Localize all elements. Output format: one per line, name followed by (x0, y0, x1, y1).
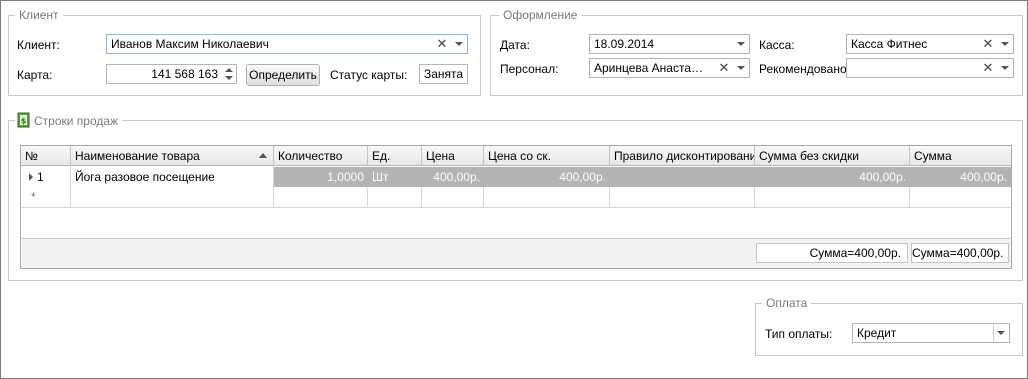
table-row[interactable]: 1 Йога разовое посещение 1,0000 Шт 400,0… (21, 167, 1011, 187)
chevron-down-icon[interactable] (455, 42, 463, 46)
clear-icon[interactable]: ✕ (435, 35, 449, 53)
payment-group-legend: Оплата (762, 296, 812, 310)
discount-price-cell[interactable]: 400,00р. (484, 167, 610, 187)
column-header-name-label: Наименование товара (75, 149, 200, 163)
date-value: 18.09.2014 (594, 37, 655, 51)
money-document-icon: $ (17, 112, 30, 128)
grid-line (483, 187, 484, 208)
staff-value: Аринцева Анастасия ... (594, 61, 709, 75)
staff-label: Персонал: (500, 62, 559, 76)
column-header-name[interactable]: Наименование товара (71, 146, 274, 166)
column-header-unit[interactable]: Ед. (368, 146, 422, 166)
svg-text:$: $ (21, 117, 27, 126)
payment-type-select[interactable]: Кредит (852, 323, 1010, 343)
date-label: Дата: (500, 38, 530, 52)
column-header-discount-price[interactable]: Цена со ск. (484, 146, 610, 166)
discount-rule-cell[interactable] (610, 167, 755, 187)
column-header-price[interactable]: Цена (422, 146, 484, 166)
column-header-quantity[interactable]: Количество (274, 146, 368, 166)
column-header-sum-no-discount[interactable]: Сумма без скидки (755, 146, 910, 166)
client-group-legend: Клиент (15, 8, 63, 22)
payment-type-label: Тип оплаты: (765, 327, 833, 341)
chevron-down-icon[interactable] (1001, 42, 1009, 46)
grid-line (367, 187, 368, 208)
card-status-label: Статус карты: (330, 68, 408, 82)
cashbox-label: Касса: (759, 38, 795, 52)
row-number-cell: 1 (21, 167, 71, 187)
clear-icon[interactable]: ✕ (981, 35, 995, 53)
new-row-marker: * (31, 190, 36, 204)
sales-lines-table[interactable]: № Наименование товара Количество Ед. Цен… (20, 145, 1012, 269)
clear-icon[interactable]: ✕ (717, 59, 731, 77)
price-cell[interactable]: 400,00р. (422, 167, 484, 187)
card-label: Карта: (17, 68, 53, 82)
card-status-value: Занята (424, 67, 464, 81)
chevron-down-icon[interactable] (737, 42, 745, 46)
recommended-combobox[interactable]: ✕ (846, 58, 1014, 78)
sales-lines-legend-text: Строки продаж (34, 114, 119, 128)
grid-line (273, 167, 274, 208)
grid-line (21, 207, 1011, 208)
footer-sum: Сумма=400,00р. (911, 243, 1009, 263)
quantity-cell[interactable]: 1,0000 (274, 167, 368, 187)
chevron-down-icon[interactable] (1001, 66, 1009, 70)
card-number-value: 141 568 163 (151, 67, 218, 81)
staff-combobox[interactable]: Аринцева Анастасия ... ✕ (589, 58, 750, 78)
new-row[interactable]: * (21, 187, 1011, 207)
cashbox-combobox[interactable]: Касса Фитнес ✕ (846, 34, 1014, 54)
client-group: Клиент (8, 8, 481, 96)
cashbox-value: Касса Фитнес (851, 37, 928, 51)
column-header-discount-rule[interactable]: Правило дисконтирования (610, 146, 755, 166)
grid-line (909, 187, 910, 208)
footer-sum-no-discount: Сумма=400,00р. (756, 243, 908, 263)
registration-group: Оформление (490, 8, 1023, 96)
registration-group-legend: Оформление (499, 8, 582, 22)
dropdown-button[interactable] (993, 324, 1009, 342)
grid-line (609, 187, 610, 208)
recommended-label: Рекомендовано: (759, 62, 850, 76)
client-value: Иванов Максим Николаевич (111, 37, 269, 51)
sum-cell[interactable]: 400,00р. (910, 167, 1011, 187)
clear-icon[interactable]: ✕ (981, 59, 995, 77)
sales-lines-legend: $ Строки продаж (15, 112, 123, 128)
chevron-down-icon[interactable] (737, 66, 745, 70)
column-header-sum[interactable]: Сумма (910, 146, 1011, 166)
grid-line (70, 167, 71, 208)
date-picker[interactable]: 18.09.2014 (589, 34, 750, 54)
determine-button[interactable]: Определить (246, 64, 320, 86)
column-header-number[interactable]: № (21, 146, 71, 166)
unit-cell[interactable]: Шт (368, 167, 422, 187)
table-header: № Наименование товара Количество Ед. Цен… (21, 146, 1011, 166)
payment-type-value: Кредит (857, 326, 897, 340)
client-combobox[interactable]: Иванов Максим Николаевич ✕ (106, 34, 468, 54)
grid-line (421, 187, 422, 208)
grid-line (754, 187, 755, 208)
client-label: Клиент: (17, 38, 60, 52)
sum-no-discount-cell[interactable]: 400,00р. (755, 167, 910, 187)
product-name-cell[interactable]: Йога разовое посещение (71, 167, 274, 187)
row-number: 1 (37, 170, 44, 184)
spin-arrows-icon[interactable] (222, 65, 236, 83)
chevron-down-icon (997, 331, 1005, 335)
card-status-field: Занята (419, 64, 468, 84)
card-number-spinner[interactable]: 141 568 163 (106, 64, 237, 84)
row-pointer-icon (29, 173, 33, 181)
sale-form-window: Клиент Клиент: Иванов Максим Николаевич … (0, 0, 1028, 379)
sort-ascending-icon (259, 153, 267, 158)
